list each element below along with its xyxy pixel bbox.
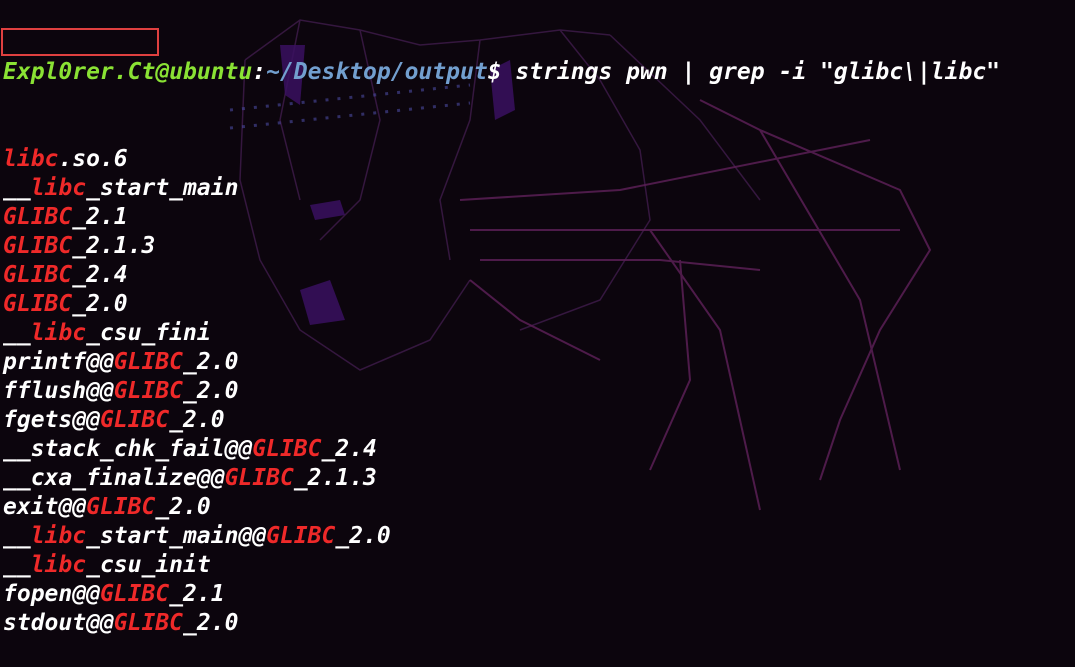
output-line: printf@@GLIBC_2.0	[3, 348, 1000, 377]
match-text: GLIBC	[113, 378, 184, 404]
output-text: _start_main@@	[86, 523, 267, 549]
output-text: _2.0	[183, 378, 239, 404]
output-text: _2.1	[169, 581, 225, 607]
output-line: GLIBC_2.4	[3, 261, 1000, 290]
output-text: _2.0	[183, 610, 239, 636]
prompt-user-host: Expl0rer.Ct@ubuntu	[3, 59, 253, 85]
output-text: __	[3, 175, 31, 201]
match-text: GLIBC	[86, 494, 156, 520]
output-line: fopen@@GLIBC_2.1	[3, 580, 1000, 609]
output-text: _start_main	[86, 175, 239, 201]
prompt-symbol: $	[487, 59, 502, 85]
output-line: libc.so.6	[3, 145, 1000, 174]
output-text: __cxa_finalize@@	[3, 465, 225, 491]
output-text: _csu_fini	[86, 320, 211, 346]
output-text: _2.0	[72, 291, 128, 317]
output-text: _2.0	[169, 407, 225, 433]
prompt-line: Expl0rer.Ct@ubuntu:~/Desktop/output$ str…	[3, 58, 1000, 87]
output-text: fopen@@	[3, 581, 100, 607]
output-line: exit@@GLIBC_2.0	[3, 493, 1000, 522]
output-line: fflush@@GLIBC_2.0	[3, 377, 1000, 406]
output-text: __	[3, 320, 31, 346]
output-line: __libc_start_main	[3, 174, 1000, 203]
match-text: libc	[30, 175, 87, 201]
output-text: _2.0	[335, 523, 391, 549]
output-line: fgets@@GLIBC_2.0	[3, 406, 1000, 435]
output-line: __cxa_finalize@@GLIBC_2.1.3	[3, 464, 1000, 493]
output-text: printf@@	[3, 349, 114, 375]
output-line: __stack_chk_fail@@GLIBC_2.4	[3, 435, 1000, 464]
output-text: fflush@@	[3, 378, 114, 404]
match-text: GLIBC	[3, 262, 73, 288]
output-text: exit@@	[3, 494, 87, 520]
output-line: GLIBC_2.0	[3, 290, 1000, 319]
match-text: GLIBC	[3, 233, 73, 259]
output-text: .so.6	[58, 146, 128, 172]
output-text: _2.0	[155, 494, 211, 520]
output-line: stdout@@GLIBC_2.0	[3, 609, 1000, 638]
match-text: GLIBC	[252, 436, 322, 462]
output-line: __libc_csu_fini	[3, 319, 1000, 348]
command-text: strings pwn | grep -i "glibc\|libc"	[501, 59, 1001, 85]
output-text: fgets@@	[3, 407, 100, 433]
prompt-separator: :	[252, 59, 267, 85]
match-text: GLIBC	[224, 465, 294, 491]
match-text: libc	[30, 523, 87, 549]
output-text: stdout@@	[3, 610, 114, 636]
match-text: GLIBC	[99, 581, 170, 607]
match-text: GLIBC	[3, 291, 73, 317]
match-text: GLIBC	[266, 523, 336, 549]
match-text: GLIBC	[99, 407, 170, 433]
output-text: _csu_init	[86, 552, 211, 578]
command-output: libc.so.6 __libc_start_main GLIBC_2.1 GLIBC…	[3, 145, 1000, 638]
output-text: _2.4	[72, 262, 128, 288]
match-text: GLIBC	[113, 349, 184, 375]
match-text: GLIBC	[113, 610, 184, 636]
output-line: GLIBC_2.1.3	[3, 232, 1000, 261]
output-text: _2.4	[321, 436, 377, 462]
prompt-path: ~/Desktop/output	[266, 59, 488, 85]
match-text: libc	[30, 320, 87, 346]
output-text: _2.1	[72, 204, 128, 230]
annotation-highlight-box	[1, 28, 159, 56]
output-text: __	[3, 552, 31, 578]
output-text: __	[3, 523, 31, 549]
terminal-output: Expl0rer.Ct@ubuntu:~/Desktop/output$ str…	[3, 0, 1000, 667]
match-text: libc	[30, 552, 87, 578]
output-line: GLIBC_2.1	[3, 203, 1000, 232]
output-text: _2.0	[183, 349, 239, 375]
match-text: libc	[3, 146, 59, 172]
output-line: __libc_csu_init	[3, 551, 1000, 580]
output-line: __libc_start_main@@GLIBC_2.0	[3, 522, 1000, 551]
output-text: _2.1.3	[72, 233, 156, 259]
output-text: _2.1.3	[293, 465, 377, 491]
match-text: GLIBC	[3, 204, 73, 230]
output-text: __stack_chk_fail@@	[3, 436, 253, 462]
